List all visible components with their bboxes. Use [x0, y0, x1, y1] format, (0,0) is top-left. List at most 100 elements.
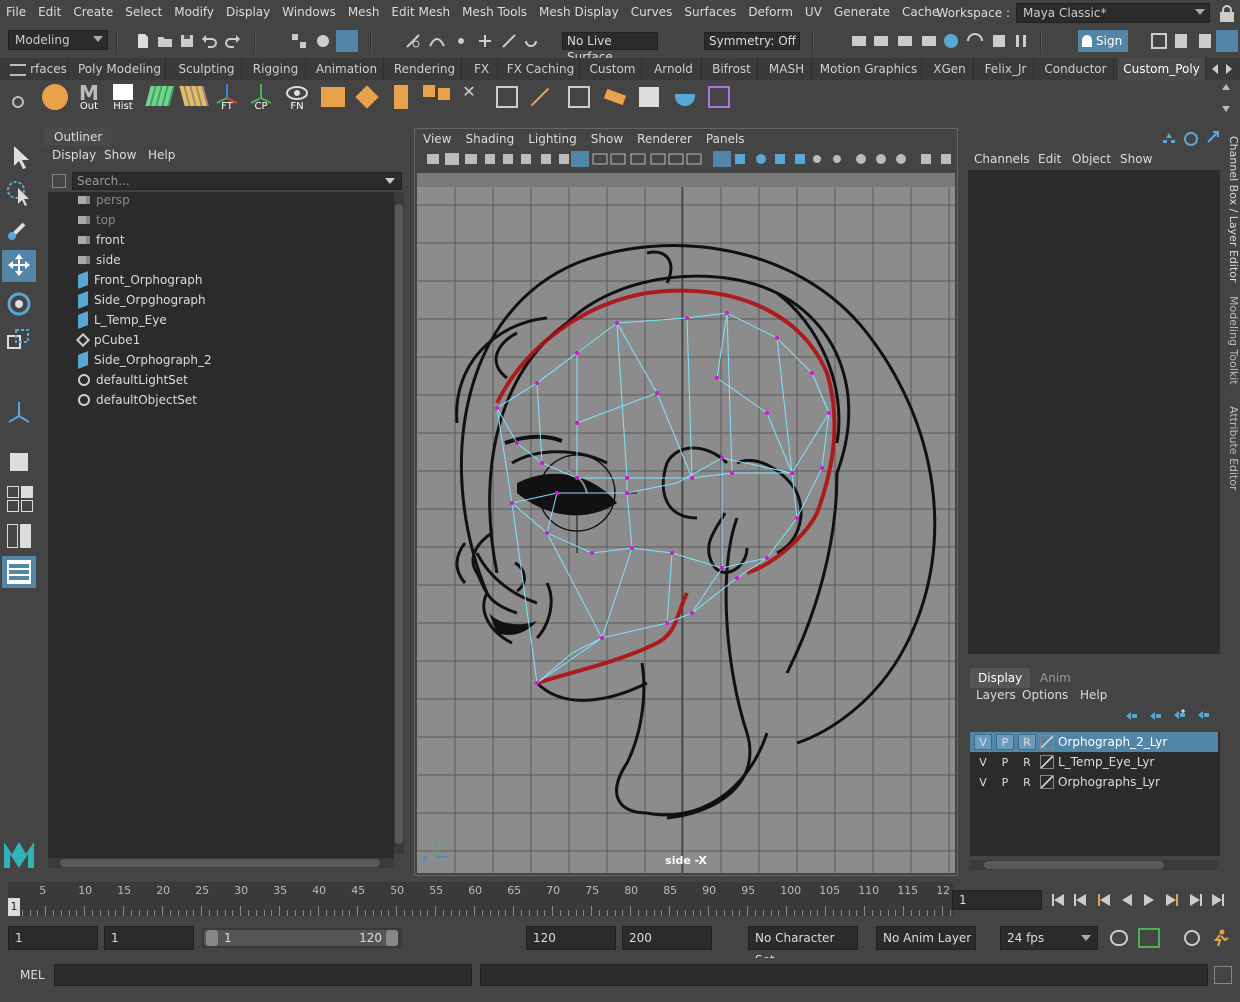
snap-rotate-icon[interactable]	[522, 32, 540, 50]
shelf-tab-fx[interactable]: FX	[466, 58, 498, 80]
bridge-icon[interactable]	[386, 82, 416, 112]
channel-box-toggle-icon[interactable]	[1216, 30, 1238, 52]
symmetry-field[interactable]: Symmetry: Off	[704, 32, 800, 50]
object-menu[interactable]: Object	[1072, 152, 1111, 166]
menu-file[interactable]: File	[0, 5, 32, 19]
menu-mesh[interactable]: Mesh	[342, 5, 386, 19]
viewport-menu-renderer[interactable]: Renderer	[637, 132, 692, 146]
extrude-icon[interactable]	[318, 82, 348, 112]
sign-in-button[interactable]: Sign	[1078, 30, 1128, 52]
select-by-object-type-icon[interactable]	[314, 32, 332, 50]
arnold-render-icon[interactable]	[966, 32, 984, 50]
animation-end-field[interactable]: 200	[622, 926, 712, 950]
go-to-start-icon[interactable]	[1052, 894, 1064, 906]
menu-edit[interactable]: Edit	[32, 5, 67, 19]
shelf-tab-rigging[interactable]: Rigging	[246, 58, 306, 80]
select-tool[interactable]	[2, 140, 36, 172]
layer-tab-display[interactable]: Display	[970, 668, 1031, 688]
layer-visibility-toggle[interactable]: V	[974, 754, 992, 770]
channel-box-icon[interactable]	[1162, 132, 1176, 144]
anim-preferences-icon[interactable]	[1210, 928, 1230, 948]
new-layer-selected-icon[interactable]	[1172, 708, 1186, 722]
redo-icon[interactable]	[224, 32, 242, 50]
menu-set-dropdown[interactable]: Modeling	[8, 30, 108, 50]
outliner-item[interactable]: side	[78, 250, 121, 270]
menu-windows[interactable]: Windows	[276, 5, 342, 19]
move-layer-down-icon[interactable]	[1148, 710, 1162, 720]
outliner-menu-display[interactable]: Display	[52, 148, 96, 162]
menu-create[interactable]: Create	[67, 5, 119, 19]
normals-fn-button[interactable]: FN	[282, 82, 312, 112]
outliner-item[interactable]: pCube1	[75, 330, 140, 350]
current-frame-field[interactable]: 1	[952, 890, 1042, 910]
channels-menu[interactable]: Channels	[974, 152, 1030, 166]
menu-deform[interactable]: Deform	[742, 5, 799, 19]
select-by-component-icon[interactable]	[336, 30, 358, 52]
center-pivot-button[interactable]: M Out	[74, 82, 104, 112]
outliner-item[interactable]: persp	[78, 190, 130, 210]
outliner-menu-show[interactable]: Show	[104, 148, 136, 162]
center-pivot-cp-button[interactable]: CP	[246, 82, 276, 112]
single-perspective-layout[interactable]	[2, 446, 36, 478]
shelf-tab-mash[interactable]: MASH	[762, 58, 812, 80]
viewport-menu-shading[interactable]: Shading	[465, 132, 514, 146]
cached-playback-icon[interactable]	[1138, 928, 1160, 948]
layer-reference-toggle[interactable]: R	[1018, 734, 1036, 750]
layer-reference-toggle[interactable]: R	[1018, 754, 1036, 770]
scale-tool[interactable]	[2, 324, 36, 356]
menu-modify[interactable]: Modify	[168, 5, 220, 19]
step-back-key-icon[interactable]	[1098, 894, 1110, 906]
layer-visibility-toggle[interactable]: V	[974, 774, 992, 790]
outliner-item[interactable]: Side_Orphograph_2	[78, 350, 212, 370]
loop-icon[interactable]	[1110, 930, 1128, 946]
shelf-tab-sculpting[interactable]: Sculpting	[172, 58, 242, 80]
outliner-item[interactable]: L_Temp_Eye	[78, 310, 167, 330]
anim-layer-dropdown[interactable]: No Anim Layer	[876, 926, 976, 950]
sphere-shelf-icon[interactable]	[40, 82, 70, 112]
channel-box-sync-icon[interactable]	[1184, 132, 1198, 146]
layer-visibility-toggle[interactable]: V	[974, 734, 992, 750]
persp-outliner-layout[interactable]	[2, 520, 36, 552]
shelf-tab-arnold[interactable]: Arnold	[646, 58, 702, 80]
viewport-menu-lighting[interactable]: Lighting	[528, 132, 577, 146]
four-view-layout[interactable]	[2, 482, 36, 514]
shelf-tab-rfaces[interactable]: rfaces	[30, 58, 68, 80]
layer-tab-anim[interactable]: Anim	[1032, 668, 1079, 688]
render-current-frame-icon[interactable]	[872, 32, 890, 50]
range-end-handle[interactable]	[386, 930, 398, 946]
snap-to-points-icon[interactable]	[452, 32, 470, 50]
playback-end-field[interactable]: 120	[526, 926, 616, 950]
outliner-search-input[interactable]: Search...	[72, 172, 402, 190]
render-view-icon[interactable]	[850, 32, 868, 50]
layer-row[interactable]: V P R L_Temp_Eye_Lyr	[970, 752, 1218, 772]
modeling-toolkit-tab[interactable]: Modeling Toolkit	[1222, 296, 1240, 385]
save-scene-icon[interactable]	[178, 32, 196, 50]
shelf-tab-fx-caching[interactable]: FX Caching	[502, 58, 580, 80]
ipr-render-icon[interactable]	[896, 32, 914, 50]
menu-select[interactable]: Select	[119, 5, 168, 19]
menu-mesh-tools[interactable]: Mesh Tools	[456, 5, 533, 19]
paint-select-tool[interactable]	[2, 214, 36, 246]
outliner-tab[interactable]: Outliner	[44, 128, 113, 146]
bevel-icon[interactable]	[352, 82, 382, 112]
tool-settings-icon[interactable]	[1196, 32, 1214, 50]
command-input[interactable]	[54, 964, 472, 986]
menu-edit-mesh[interactable]: Edit Mesh	[385, 5, 456, 19]
shelf-tab-conductor[interactable]: Conductor	[1038, 58, 1114, 80]
hypershade-icon[interactable]	[942, 32, 960, 50]
menu-mesh-display[interactable]: Mesh Display	[533, 5, 625, 19]
viewport-canvas[interactable]: z side -X	[417, 173, 955, 873]
shelf-tab-animation[interactable]: Animation	[310, 58, 384, 80]
outliner-item[interactable]: defaultObjectSet	[78, 390, 197, 410]
outliner-menu-help[interactable]: Help	[148, 148, 175, 162]
freeze-transform-button[interactable]: FT	[212, 82, 242, 112]
channel-box-layer-editor-tab[interactable]: Channel Box / Layer Editor	[1222, 136, 1240, 283]
shelf-tab-left-icon[interactable]	[1212, 64, 1218, 74]
shelf-scroll-down-icon[interactable]	[1222, 106, 1230, 112]
live-surface-field[interactable]: No Live Surface	[562, 32, 658, 64]
channel-box-expand-icon[interactable]	[1206, 130, 1220, 144]
help-menu[interactable]: Help	[1080, 688, 1107, 702]
step-back-icon[interactable]	[1074, 894, 1086, 906]
range-slider-bar[interactable]: 1 120	[202, 928, 402, 948]
modeling-toolkit-icon[interactable]	[1150, 32, 1168, 50]
